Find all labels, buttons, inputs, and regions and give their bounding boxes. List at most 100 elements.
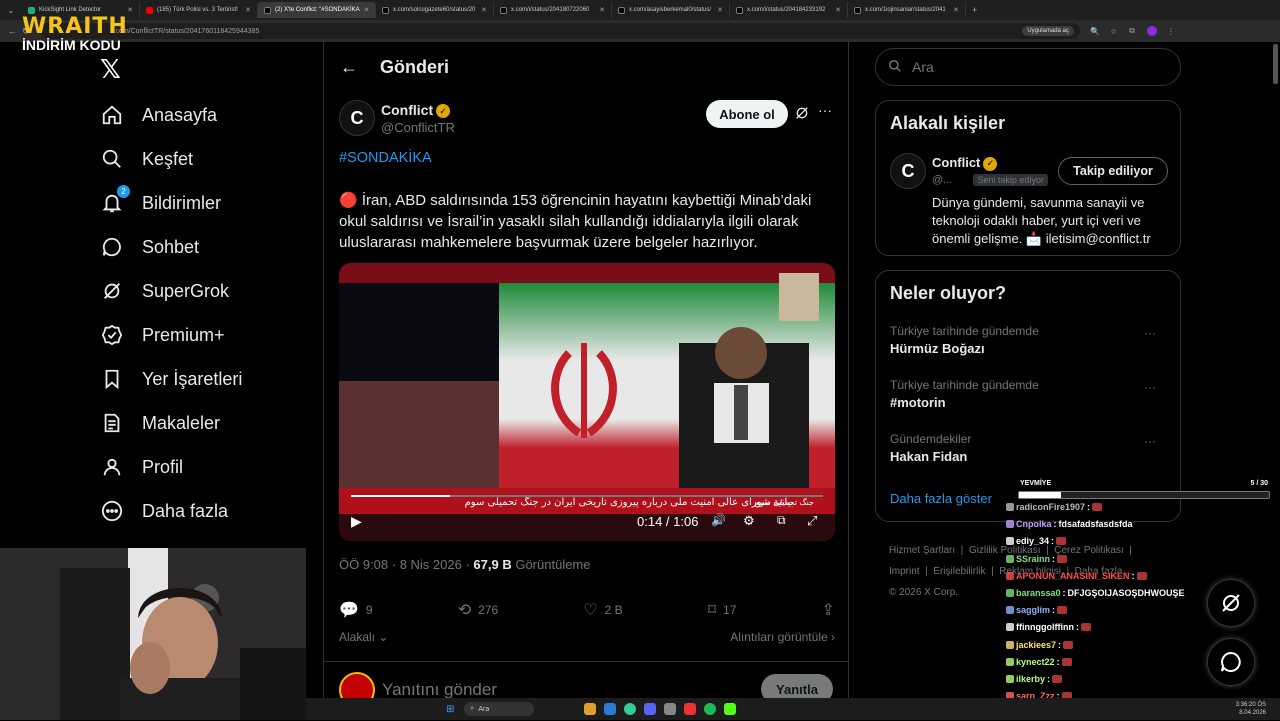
chat-username[interactable]: ffinnggolffinn xyxy=(1016,622,1074,632)
video-player[interactable]: بيانية شورای عالی امنیت ملی درباره پیروز… xyxy=(339,263,835,541)
share-action[interactable]: ⇪ xyxy=(822,600,835,620)
like-action[interactable]: ♡ 2 B xyxy=(583,600,622,620)
related-name[interactable]: Conflict ✓ xyxy=(932,155,998,171)
app-icon[interactable] xyxy=(724,703,737,715)
tab-menu-icon[interactable]: ⌄ xyxy=(0,6,22,15)
browser-tab[interactable]: (185) Türk Polisi vs. 3 Terörist! ✕ xyxy=(140,2,258,18)
open-in-app-button[interactable]: Uygulamada aç xyxy=(1022,26,1074,36)
nav-item-supergrok[interactable]: SuperGrok xyxy=(100,279,229,303)
footer-link[interactable]: Erişilebilirlik xyxy=(933,566,985,577)
footer-link[interactable]: Imprint xyxy=(889,566,920,577)
spotify-icon[interactable] xyxy=(704,703,717,715)
chat-username[interactable]: ilkerby xyxy=(1016,674,1045,684)
nav-item-explore[interactable]: Keşfet xyxy=(100,147,193,171)
browser-tab[interactable]: x.com/solcugazete60/status/20 ✕ xyxy=(376,2,494,18)
chat-username[interactable]: radiconFire1907 xyxy=(1016,502,1085,512)
app-icon[interactable] xyxy=(604,703,617,715)
trend-item[interactable]: Türkiye tarihinde gündemde #motorin ··· xyxy=(890,378,1170,410)
reply-input[interactable]: Yanıtını gönder xyxy=(382,680,497,700)
repost-action[interactable]: ⟲ 276 xyxy=(458,600,498,620)
more-options-icon[interactable]: ··· xyxy=(818,102,832,118)
browser-tab-active[interactable]: (2) X'te Conflict: "#SONDAKİKA ✕ xyxy=(258,2,376,18)
chat-floating-button[interactable] xyxy=(1207,638,1255,686)
chrome-icon[interactable] xyxy=(624,703,637,715)
grok-icon[interactable] xyxy=(794,105,810,124)
hashtag-link[interactable]: #SONDAKİKA xyxy=(339,150,432,166)
chat-username[interactable]: sagglim xyxy=(1016,605,1050,615)
discord-icon[interactable] xyxy=(644,703,657,715)
post-time[interactable]: ÖÖ 9:08 · 8 Nis 2026 xyxy=(339,557,462,572)
chat-username[interactable]: APONUN_ANASINI_SIKEN xyxy=(1016,571,1130,581)
browser-menu-icon[interactable]: ⋮ xyxy=(1167,27,1175,36)
url-field[interactable]: x.com/ConflictTR/status/2041760118425944… xyxy=(40,23,1080,39)
x-logo-icon[interactable]: 𝕏 xyxy=(100,54,121,85)
app-icon[interactable] xyxy=(584,703,597,715)
close-tab-icon[interactable]: ✕ xyxy=(835,6,841,14)
fullscreen-icon[interactable]: ⤢ xyxy=(807,513,817,529)
chat-username[interactable]: SSrainn xyxy=(1016,554,1050,564)
app-icon[interactable] xyxy=(684,703,697,715)
nav-item-profile[interactable]: Profil xyxy=(100,455,183,479)
chat-username[interactable]: kynect22 xyxy=(1016,657,1055,667)
close-tab-icon[interactable]: ✕ xyxy=(599,6,605,14)
nav-item-more[interactable]: Daha fazla xyxy=(100,499,228,523)
related-dropdown[interactable]: Alakalı ⌄ xyxy=(339,630,388,644)
settings-gear-icon[interactable]: ⚙ xyxy=(743,513,755,529)
search-input[interactable]: Ara xyxy=(875,48,1181,86)
close-tab-icon[interactable]: ✕ xyxy=(245,6,251,14)
nav-item-notifications[interactable]: 2 Bildirimler xyxy=(100,185,221,215)
nav-item-articles[interactable]: Makaleler xyxy=(100,411,220,435)
following-button[interactable]: Takip ediliyor xyxy=(1058,157,1168,185)
windows-start-icon[interactable]: ⊞ xyxy=(446,704,454,715)
related-avatar[interactable]: C xyxy=(890,153,926,189)
browser-tab[interactable]: x.com/i/status/204180722060 ✕ xyxy=(494,2,612,18)
app-icon[interactable] xyxy=(664,703,677,715)
browser-tab[interactable]: x.com/1iojinsaniar/status/2041 ✕ xyxy=(848,2,966,18)
volume-icon[interactable]: 🔊 xyxy=(711,513,726,527)
chevron-down-icon: ⌄ xyxy=(378,630,389,644)
nav-item-premium[interactable]: Premium+ xyxy=(100,323,225,347)
nav-item-home[interactable]: Anasayfa xyxy=(100,103,217,127)
footer-link[interactable]: Hizmet Şartları xyxy=(889,545,955,556)
trend-item[interactable]: Türkiye tarihinde gündemde Hürmüz Boğazı… xyxy=(890,324,1170,356)
pip-icon[interactable]: ⧉ xyxy=(777,513,786,528)
nav-item-bookmarks[interactable]: Yer İşaretleri xyxy=(100,367,242,391)
trend-item[interactable]: Gündemdekiler Hakan Fidan ··· xyxy=(890,432,1170,464)
chat-username[interactable]: baranssa0 xyxy=(1016,588,1061,598)
more-options-icon[interactable]: ··· xyxy=(1144,326,1156,340)
bookmark-action[interactable]: ⌑ 17 xyxy=(708,600,737,620)
extensions-icon[interactable]: ⧉ xyxy=(1129,26,1135,36)
back-arrow-icon[interactable]: ← xyxy=(340,57,358,78)
subscribe-button[interactable]: Abone ol xyxy=(706,100,788,128)
view-quotes-link[interactable]: Alıntıları görüntüle › xyxy=(730,630,835,644)
tab-favicon-icon xyxy=(28,6,35,14)
show-more-link[interactable]: Daha fazla göster xyxy=(890,491,992,506)
grok-floating-button[interactable] xyxy=(1207,579,1255,627)
author-handle[interactable]: @ConflictTR xyxy=(381,120,455,135)
close-tab-icon[interactable]: ✕ xyxy=(481,6,487,14)
profile-avatar[interactable] xyxy=(1146,26,1157,36)
zoom-icon[interactable]: 🔍 xyxy=(1090,27,1100,36)
new-tab-icon[interactable]: + xyxy=(972,5,977,15)
taskbar-clock[interactable]: 3:36:20 ÖS 8.04.2026 xyxy=(1236,701,1266,717)
more-options-icon[interactable]: ··· xyxy=(1144,380,1156,394)
browser-tab[interactable]: x.com/i/status/204184233192 ✕ xyxy=(730,2,848,18)
close-tab-icon[interactable]: ✕ xyxy=(127,6,133,14)
reply-action[interactable]: 💬 9 xyxy=(339,600,373,620)
chat-username[interactable]: Cnpolka xyxy=(1016,519,1052,529)
back-arrow-icon[interactable]: ← xyxy=(8,26,17,36)
author-name[interactable]: Conflict ✓ xyxy=(381,102,451,119)
taskbar-search[interactable]: ⌕ Ara xyxy=(464,702,535,716)
author-avatar[interactable]: C xyxy=(339,100,375,136)
play-icon[interactable]: ▶ xyxy=(351,513,362,530)
chat-username[interactable]: ediy_34 xyxy=(1016,536,1049,546)
close-tab-icon[interactable]: ✕ xyxy=(953,6,959,14)
more-options-icon[interactable]: ··· xyxy=(1144,434,1156,448)
close-tab-icon[interactable]: ✕ xyxy=(717,6,723,14)
chat-username[interactable]: jackiees7 xyxy=(1016,640,1056,650)
page-scrollbar[interactable] xyxy=(1273,44,1278,84)
close-tab-icon[interactable]: ✕ xyxy=(364,6,370,14)
star-icon[interactable]: ☆ xyxy=(1110,27,1117,36)
nav-item-chat[interactable]: Sohbet xyxy=(100,235,199,259)
browser-tab[interactable]: x.com/asayisberkemal0/status/ ✕ xyxy=(612,2,730,18)
